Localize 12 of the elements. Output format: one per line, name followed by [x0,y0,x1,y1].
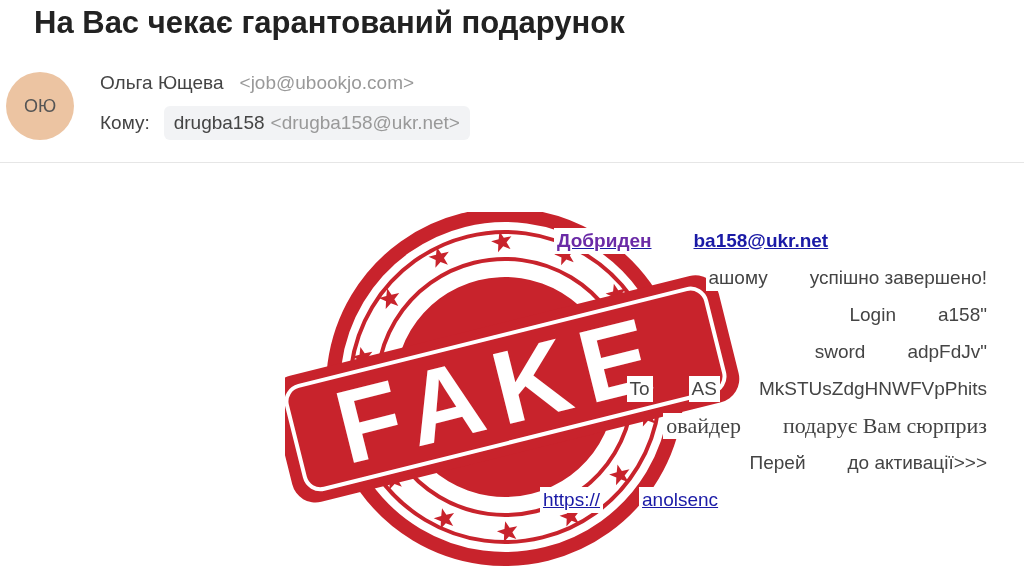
link-text[interactable]: https:// [540,487,604,513]
link-text[interactable]: Добриден [554,228,655,254]
email-subject: На Вас чекає гарантований подарунок [33,4,626,42]
sender-name: Ольга Ющева [100,72,224,94]
recipient-name: drugba158 [173,112,265,134]
body-text: овайдер [663,413,744,439]
recipient-chip[interactable]: drugba158 <drugba158@ukr.net> [163,106,470,140]
recipient-address: <drugba158@ukr.net> [270,112,460,134]
sender-address: <job@ubookjo.com> [239,72,415,94]
recipient-label: Кому: [100,112,150,134]
body-text: AS [688,376,720,402]
avatar: ОЮ [6,72,74,140]
